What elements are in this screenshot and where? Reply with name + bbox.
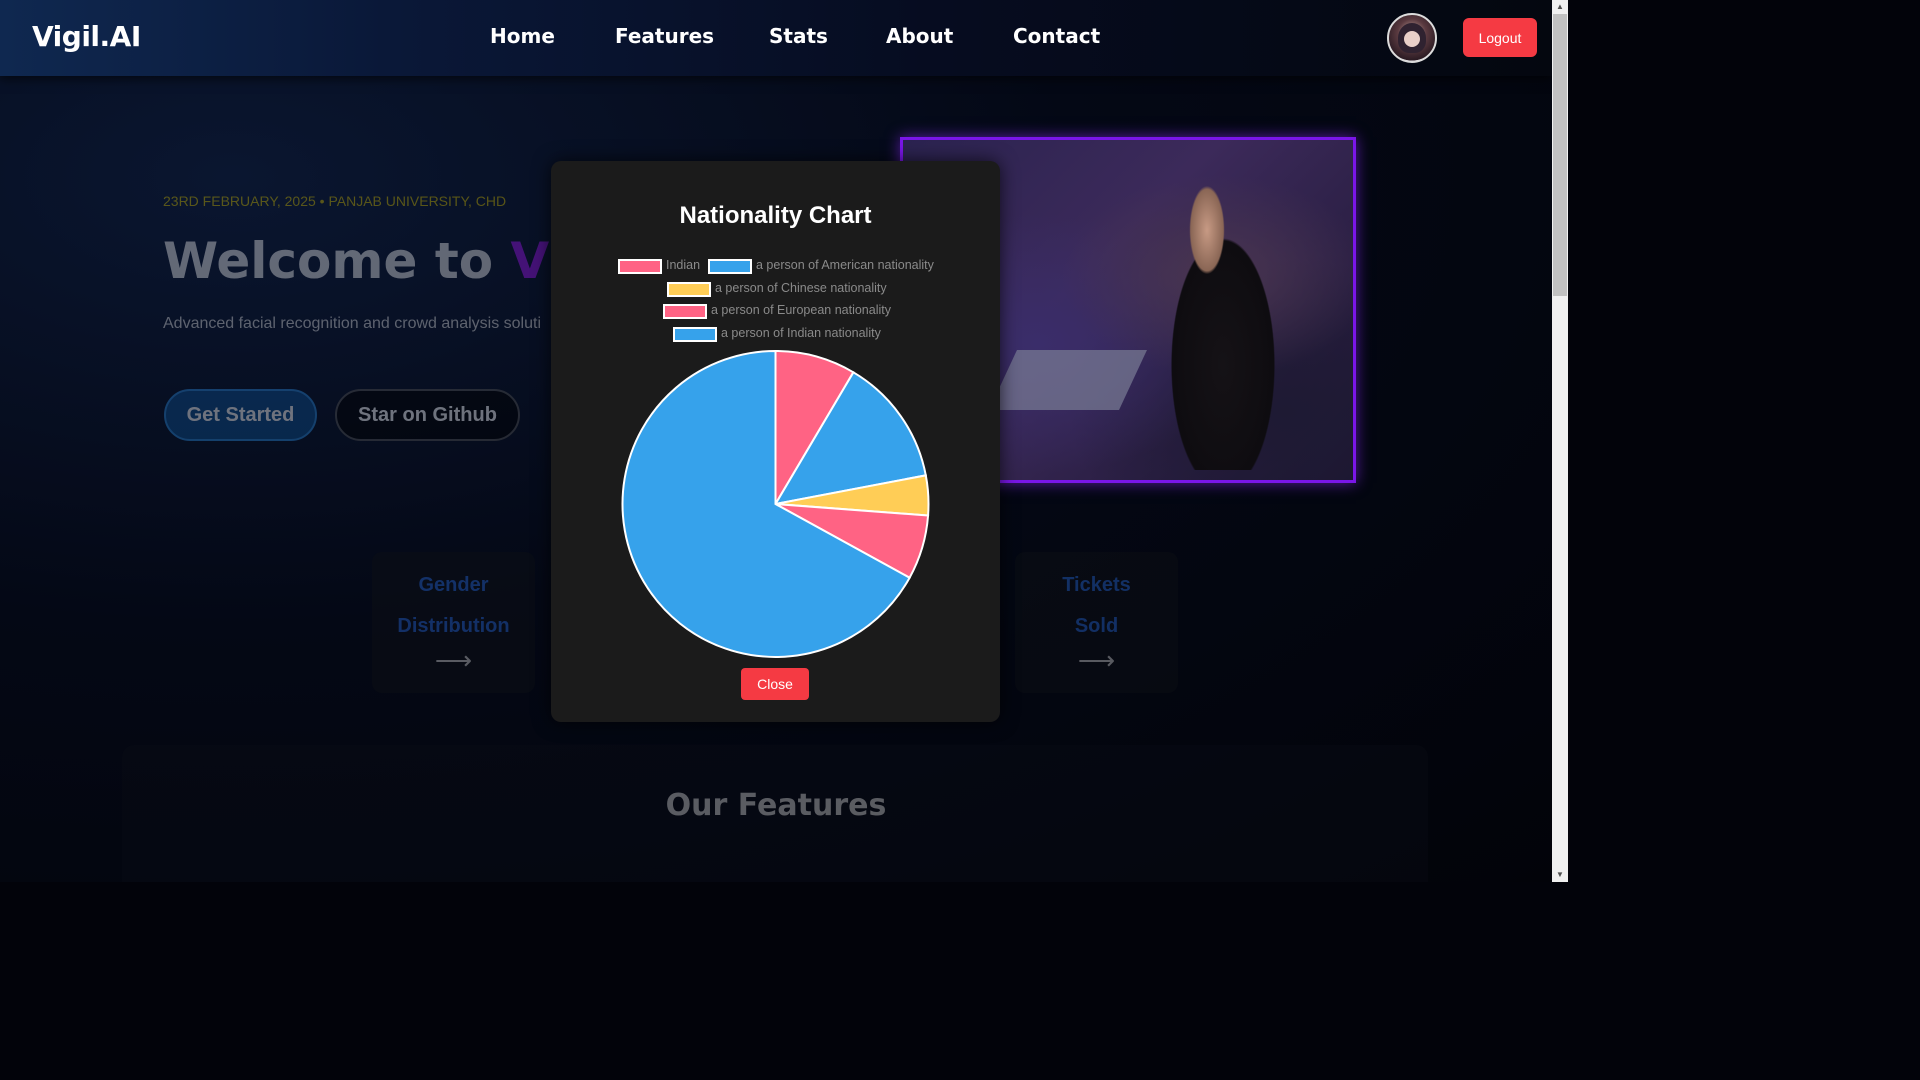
legend-swatch [708, 259, 752, 274]
nav-features[interactable]: Features [615, 24, 714, 48]
legend-label: Indian [666, 258, 701, 272]
chart-modal: Nationality Chart Indian a person of Ame… [551, 161, 1000, 722]
card-title-line1: Gender [418, 574, 489, 596]
pie-chart [621, 349, 930, 658]
nav-about[interactable]: About [886, 24, 953, 48]
page-background: Vigil.AI Home Features Stats About Conta… [0, 0, 1552, 882]
card-gender-distribution[interactable]: Gender Distribution ⟶ [372, 552, 535, 693]
avatar[interactable] [1387, 13, 1437, 63]
legend-swatch [663, 304, 707, 319]
card-title-line2: Sold [1074, 615, 1119, 637]
legend-swatch [618, 259, 662, 274]
arrow-right-icon: ⟶ [434, 645, 473, 675]
card-title-line2: Distribution [397, 615, 510, 637]
features-title: Our Features [665, 788, 887, 823]
legend-label: a person of American nationality [756, 258, 934, 272]
photo-laptop [989, 350, 1147, 410]
photo-person [1143, 170, 1303, 470]
close-button[interactable]: Close [741, 668, 809, 700]
legend-label: a person of European nationality [711, 303, 891, 317]
avatar-face [1404, 31, 1420, 47]
nav-stats[interactable]: Stats [769, 24, 828, 48]
scroll-up-icon[interactable]: ▲ [1552, 0, 1568, 14]
legend-swatch [667, 282, 711, 297]
scroll-down-icon[interactable]: ▼ [1552, 868, 1568, 882]
card-tickets-sold[interactable]: Tickets Sold ⟶ [1015, 552, 1178, 693]
logout-button[interactable]: Logout [1463, 18, 1537, 57]
nav-contact[interactable]: Contact [1013, 24, 1100, 48]
scrollbar-thumb[interactable] [1553, 14, 1567, 296]
legend-swatch [673, 327, 717, 342]
card-title-line1: Tickets [1062, 574, 1131, 596]
hero-title-prefix: Welcome to [163, 232, 511, 290]
legend-label: a person of Indian nationality [721, 326, 881, 340]
nav-home[interactable]: Home [490, 24, 555, 48]
logo[interactable]: Vigil.AI [32, 20, 141, 53]
hero-subtitle: Advanced facial recognition and crowd an… [163, 315, 541, 332]
arrow-right-icon: ⟶ [1077, 645, 1116, 675]
navbar: Vigil.AI Home Features Stats About Conta… [0, 0, 1552, 76]
get-started-button[interactable]: Get Started [164, 389, 317, 441]
star-github-button[interactable]: Star on Github [335, 389, 520, 441]
hero-date-location: 23RD FEBRUARY, 2025 • PANJAB UNIVERSITY,… [163, 193, 507, 209]
legend-label: a person of Chinese nationality [715, 281, 887, 295]
modal-title: Nationality Chart [679, 202, 872, 229]
